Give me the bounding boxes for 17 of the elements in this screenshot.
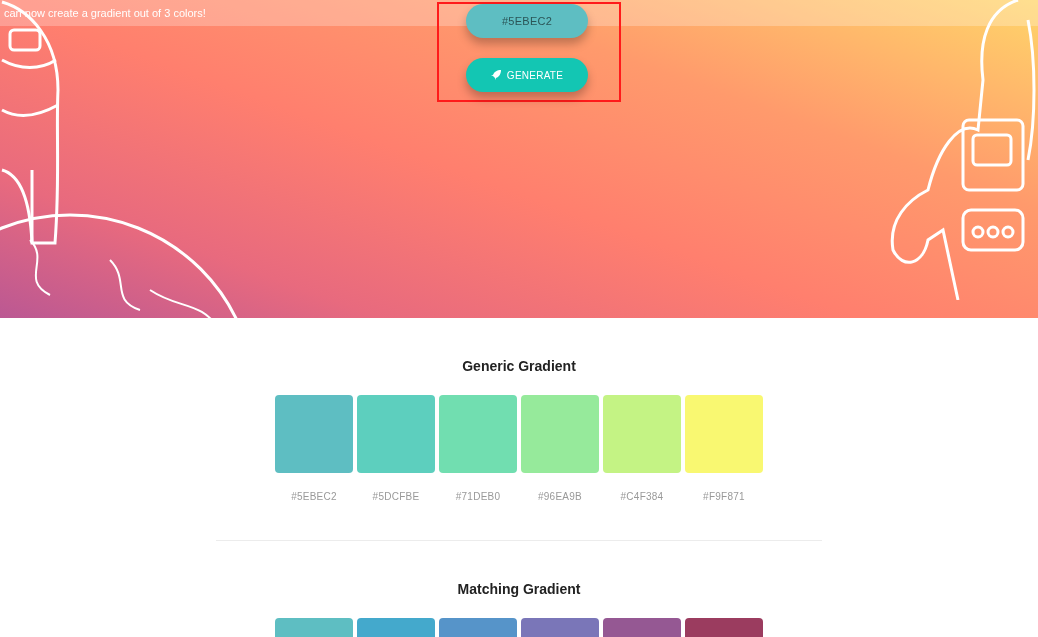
color-swatch[interactable] xyxy=(603,395,681,473)
hex-label: #F9F871 xyxy=(703,490,745,504)
color-swatch[interactable] xyxy=(275,395,353,473)
color-swatch[interactable] xyxy=(521,395,599,473)
hex-label: #96EA9B xyxy=(538,490,582,504)
generate-button[interactable]: GENERATE xyxy=(466,58,588,92)
section-title: Matching Gradient xyxy=(457,580,581,599)
hex-label: #5DCFBE xyxy=(372,490,420,504)
hex-label: #C4F384 xyxy=(620,490,664,504)
color-swatch[interactable] xyxy=(685,395,763,473)
section-title: Generic Gradient xyxy=(462,357,576,376)
rocket-icon xyxy=(490,70,501,80)
color-swatch[interactable] xyxy=(357,395,435,473)
hex-label: #5EBEC2 xyxy=(291,490,337,504)
color-button[interactable]: #5EBEC2 xyxy=(466,4,588,38)
color-swatch[interactable] xyxy=(439,395,517,473)
hex-label: #71DEB0 xyxy=(455,490,501,504)
